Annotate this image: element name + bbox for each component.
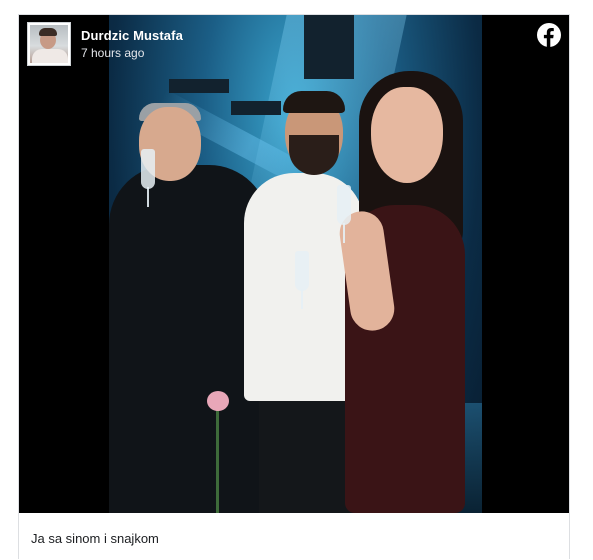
author-avatar[interactable] — [27, 22, 71, 66]
lighting-rig — [169, 79, 229, 93]
facebook-post-embed: Durdzic Mustafa 7 hours ago Ja sa sinom … — [18, 14, 570, 560]
man-middle-trousers — [259, 385, 359, 513]
post-header: Durdzic Mustafa 7 hours ago — [19, 15, 569, 75]
champagne-glass-stem — [301, 289, 303, 309]
rose-stem — [216, 409, 219, 513]
woman-face — [371, 87, 443, 183]
post-caption: Ja sa sinom i snajkom — [31, 531, 159, 546]
avatar-photo — [30, 25, 68, 63]
post-timestamp[interactable]: 7 hours ago — [81, 46, 144, 60]
champagne-glass — [141, 149, 155, 189]
post-photo[interactable] — [109, 15, 482, 513]
facebook-icon[interactable] — [537, 23, 561, 47]
avatar-shirt — [32, 49, 68, 63]
avatar-hair — [39, 28, 57, 36]
post-caption-area: Ja sa sinom i snajkom — [19, 513, 569, 560]
champagne-glass — [295, 251, 309, 291]
champagne-glass-stem — [147, 187, 149, 207]
champagne-glass — [337, 185, 351, 225]
author-name[interactable]: Durdzic Mustafa — [81, 28, 183, 43]
man-middle-hair — [283, 91, 345, 113]
lighting-rig — [231, 101, 281, 115]
rose-flower — [207, 391, 229, 411]
post-photo-container[interactable]: Durdzic Mustafa 7 hours ago — [19, 15, 569, 513]
champagne-glass-stem — [343, 223, 345, 243]
